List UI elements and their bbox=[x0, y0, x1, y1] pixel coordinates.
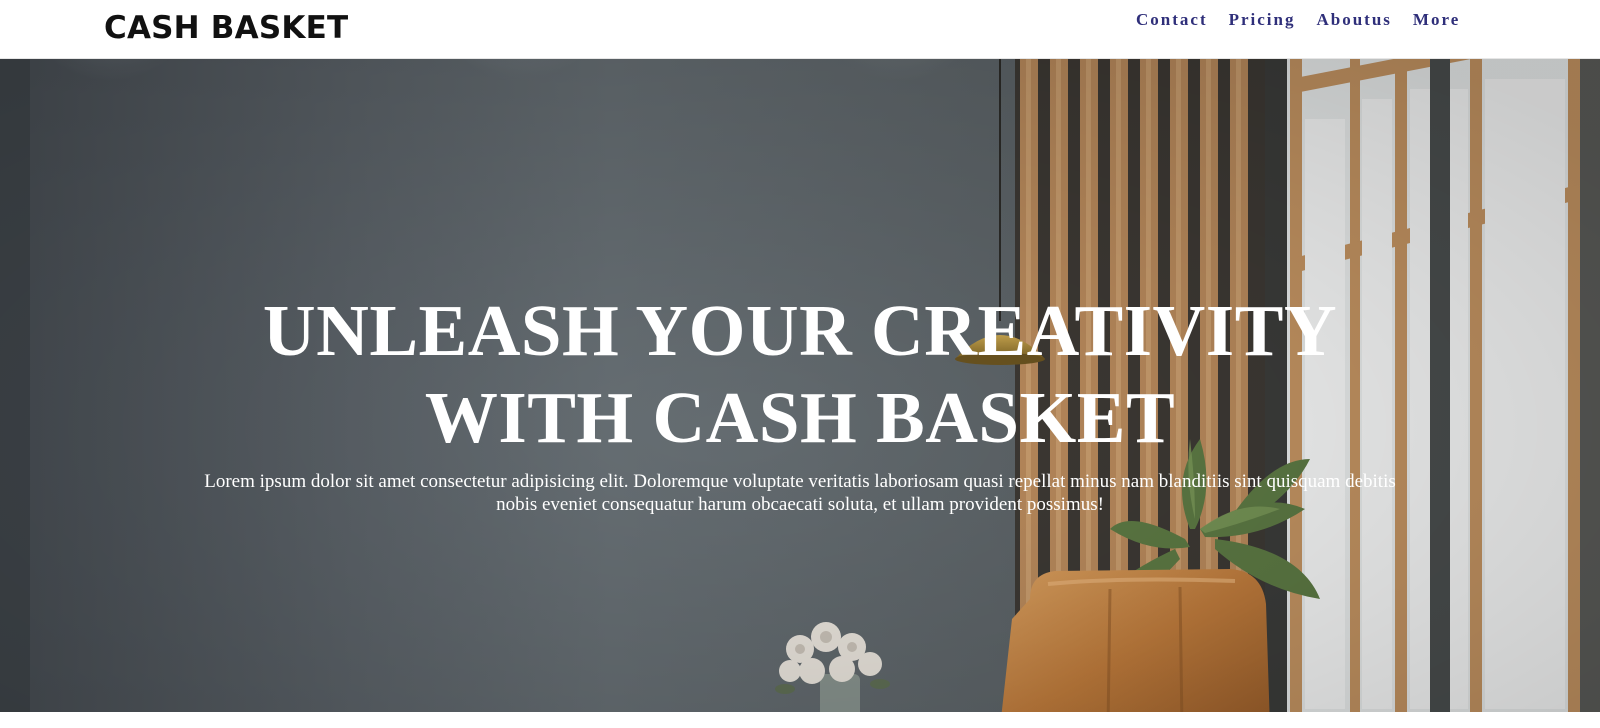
page-bottom-edge bbox=[0, 712, 1600, 728]
nav-link-aboutus[interactable]: Aboutus bbox=[1317, 9, 1392, 31]
site-header: CASH BASKET Contact Pricing Aboutus More bbox=[0, 0, 1600, 59]
hero-heading-line-2: WITH CASH BASKET bbox=[424, 377, 1176, 458]
hero-section: UNLEASH YOUR CREATIVITY WITH CASH BASKET… bbox=[0, 59, 1600, 728]
brand-logo[interactable]: CASH BASKET bbox=[104, 8, 348, 48]
hero-description: Lorem ipsum dolor sit amet consectetur a… bbox=[204, 471, 1396, 515]
hero-heading: UNLEASH YOUR CREATIVITY WITH CASH BASKET bbox=[0, 287, 1600, 461]
nav-link-contact[interactable]: Contact bbox=[1136, 9, 1208, 31]
nav-link-more[interactable]: More bbox=[1413, 9, 1460, 31]
nav-link-pricing[interactable]: Pricing bbox=[1229, 9, 1296, 31]
main-nav: Contact Pricing Aboutus More bbox=[1136, 9, 1460, 31]
hero-heading-line-1: UNLEASH YOUR CREATIVITY bbox=[262, 290, 1338, 371]
